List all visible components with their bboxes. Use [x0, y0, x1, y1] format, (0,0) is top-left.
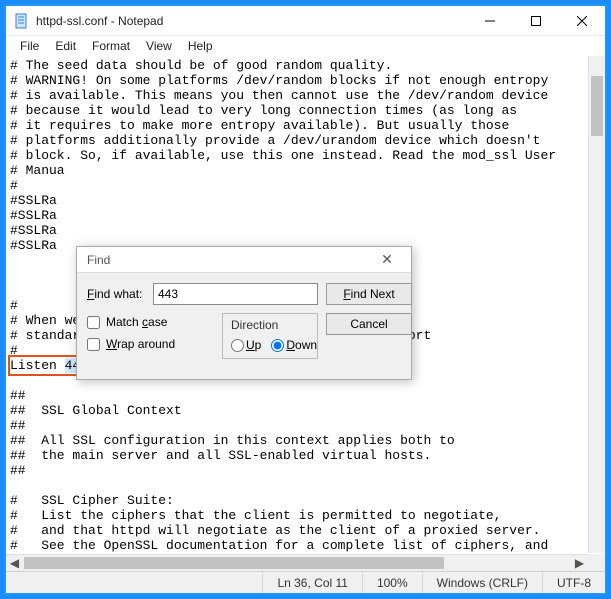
menu-view[interactable]: View	[138, 37, 180, 55]
menubar: File Edit Format View Help	[6, 36, 605, 56]
close-button[interactable]	[559, 6, 605, 36]
find-title: Find	[87, 253, 369, 267]
direction-group: Direction Up Down	[222, 313, 318, 359]
horizontal-scroll-thumb[interactable]	[24, 557, 444, 569]
find-next-button[interactable]: Find Next	[326, 283, 412, 305]
vertical-scroll-thumb[interactable]	[591, 76, 603, 136]
menu-help[interactable]: Help	[180, 37, 221, 55]
direction-down[interactable]: Down	[271, 338, 317, 352]
notepad-icon	[14, 13, 30, 29]
status-spacer	[6, 572, 263, 593]
status-zoom: 100%	[363, 572, 423, 593]
match-case-input[interactable]	[87, 316, 100, 329]
maximize-button[interactable]	[513, 6, 559, 36]
status-encoding: UTF-8	[543, 572, 605, 593]
notepad-window: httpd-ssl.conf - Notepad File Edit Forma…	[6, 6, 605, 593]
titlebar: httpd-ssl.conf - Notepad	[6, 6, 605, 36]
find-input[interactable]	[153, 283, 318, 305]
cancel-button[interactable]: Cancel	[326, 313, 412, 335]
window-title: httpd-ssl.conf - Notepad	[36, 14, 467, 28]
menu-format[interactable]: Format	[84, 37, 138, 55]
direction-up-radio[interactable]	[231, 339, 244, 352]
horizontal-scrollbar[interactable]: ◀ ▶	[6, 554, 588, 571]
status-eol: Windows (CRLF)	[423, 572, 543, 593]
find-what-label: Find what:	[87, 287, 145, 301]
menu-edit[interactable]: Edit	[47, 37, 84, 55]
vertical-scrollbar[interactable]	[588, 56, 605, 553]
editor-area: # The seed data should be of good random…	[6, 56, 605, 571]
direction-down-radio[interactable]	[271, 339, 284, 352]
find-close-button[interactable]: ✕	[369, 251, 405, 268]
scroll-corner	[588, 554, 605, 571]
menu-file[interactable]: File	[12, 37, 47, 55]
statusbar: Ln 36, Col 11 100% Windows (CRLF) UTF-8	[6, 571, 605, 593]
direction-label: Direction	[231, 318, 309, 332]
minimize-button[interactable]	[467, 6, 513, 36]
scroll-left-arrow[interactable]: ◀	[6, 555, 23, 571]
direction-up[interactable]: Up	[231, 338, 261, 352]
status-position: Ln 36, Col 11	[263, 572, 363, 593]
wrap-around-input[interactable]	[87, 338, 100, 351]
find-dialog: Find ✕ Find what: Find Next Match case W…	[76, 246, 412, 380]
find-titlebar: Find ✕	[77, 247, 411, 273]
scroll-right-arrow[interactable]: ▶	[571, 555, 588, 571]
